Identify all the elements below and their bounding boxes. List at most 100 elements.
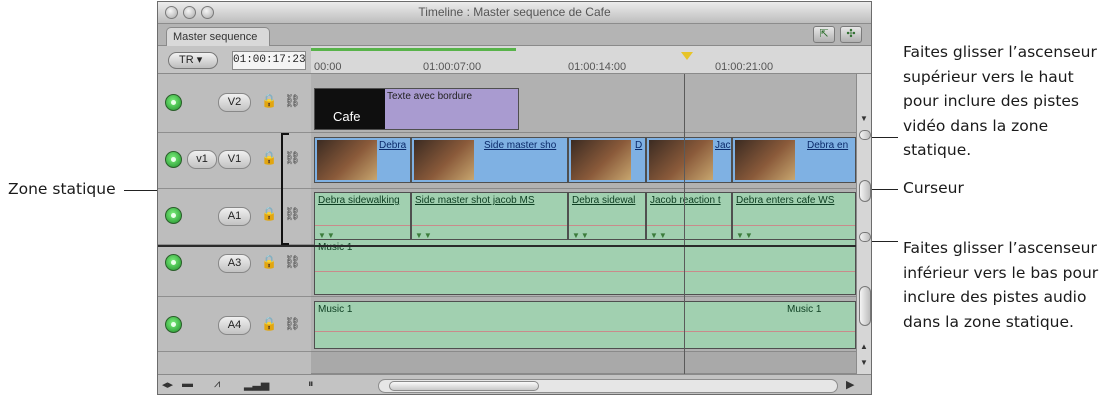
- track-v2[interactable]: Cafe Texte avec bordure: [311, 74, 856, 133]
- a4-auto-select-icon[interactable]: ⛓: [284, 316, 301, 332]
- v1-clip-3-thumb: [571, 140, 631, 180]
- v1-visibility-icon[interactable]: [165, 151, 182, 168]
- v1-clip-2[interactable]: Side master sho: [411, 137, 568, 183]
- a1-clip-3[interactable]: Debra sidewal ▼▼: [568, 192, 646, 244]
- a1-clip-2-level[interactable]: [412, 225, 567, 226]
- playhead-marker[interactable]: [681, 52, 693, 60]
- a3-clip-music[interactable]: Music 1: [314, 239, 856, 295]
- a1-audible-icon[interactable]: [165, 207, 182, 224]
- v1-dest-control[interactable]: V1: [218, 150, 251, 169]
- track-a4[interactable]: Music 1 Music 1: [311, 297, 856, 352]
- zoom-slider-icon[interactable]: ⏸: [308, 378, 314, 394]
- a1-dest-control[interactable]: A1: [218, 207, 251, 226]
- callout-top-line-2: supérieur vers le haut: [903, 67, 1074, 86]
- a3-auto-select-icon[interactable]: ⛓: [284, 254, 301, 270]
- track-a1[interactable]: Debra sidewalking ▼▼ Side master shot ja…: [311, 189, 856, 245]
- callout-bottom-line-3: inclure des pistes audio: [903, 288, 1087, 306]
- snapping-button[interactable]: ⇱: [813, 26, 835, 43]
- a3-clip-level[interactable]: [315, 271, 855, 272]
- a3-audible-icon[interactable]: [165, 254, 182, 271]
- a3-clip-name: Music 1: [318, 242, 353, 253]
- a1-lock-icon[interactable]: 🔒: [261, 206, 277, 222]
- callout-zone-statique: Zone statique: [8, 180, 116, 198]
- window-title: Timeline : Master sequence de Cafe: [418, 5, 611, 19]
- a1-clip-5[interactable]: Debra enters cafe WS ▼▼: [732, 192, 856, 244]
- scroll-up-arrow-icon[interactable]: ▲: [860, 342, 868, 351]
- v1-clip-5-name: Debra en: [807, 140, 849, 151]
- a1-clip-2-name: Side master shot jacob MS: [415, 195, 535, 206]
- horizontal-scroll-thumb[interactable]: [389, 381, 539, 391]
- v1-clip-5-thumb: [735, 140, 795, 180]
- lower-scroller-thumb[interactable]: [859, 232, 871, 242]
- scroll-right-arrow-icon[interactable]: ▶: [846, 378, 854, 394]
- v1-clip-1-thumb: [317, 140, 377, 180]
- v1-clip-1[interactable]: Debra: [314, 137, 411, 183]
- v2-dest-control[interactable]: V2: [218, 93, 251, 112]
- a1-clip-3-name: Debra sidewal: [572, 195, 636, 206]
- v2-lock-icon[interactable]: 🔒: [261, 93, 277, 109]
- callout-bottom-scroller: Faites glisser l’ascenseur inférieur ver…: [903, 236, 1098, 334]
- timeline-controls: TR ▾ 01:00:17:23: [158, 46, 311, 74]
- track-empty[interactable]: [311, 352, 856, 374]
- leader-curseur: [868, 189, 898, 190]
- audio-controls-icon[interactable]: ◂▸: [162, 378, 173, 394]
- ruler-label-0: 00:00: [314, 61, 342, 73]
- generator-title: Texte avec bordure: [387, 91, 473, 102]
- a1-clip-1-level[interactable]: [315, 225, 410, 226]
- v1-clip-2-thumb: [414, 140, 474, 180]
- a1-clip-3-level[interactable]: [569, 225, 645, 226]
- a4-clip-music[interactable]: Music 1 Music 1: [314, 301, 856, 349]
- a3-lock-icon[interactable]: 🔒: [261, 254, 277, 270]
- v1-clip-3[interactable]: D: [568, 137, 646, 183]
- a1-clip-2[interactable]: Side master shot jacob MS ▼▼: [411, 192, 568, 244]
- v2-visibility-icon[interactable]: [165, 94, 182, 111]
- linked-selection-button[interactable]: ✣: [840, 26, 862, 43]
- timeline-bottom-bar: ◂▸ ▬ ⩘ ▂▃▅ ⏸ ▶: [158, 374, 871, 394]
- v1-source-control[interactable]: v1: [187, 150, 217, 169]
- rt-menu[interactable]: TR ▾: [168, 52, 218, 69]
- playhead-line[interactable]: [684, 74, 685, 374]
- a3-dest-control[interactable]: A3: [218, 254, 251, 273]
- linked-selection-icon: ✣: [846, 28, 856, 40]
- timeline-tracks[interactable]: Cafe Texte avec bordure Debra Side maste…: [311, 74, 856, 374]
- scroll-down-arrow-icon-bottom[interactable]: ▼: [860, 358, 868, 367]
- upper-scroller-thumb[interactable]: [859, 130, 871, 140]
- leader-zone-statique: [124, 190, 158, 191]
- tab-row: Master sequence ⇱ ✣: [158, 24, 871, 46]
- a1-clip-1-name: Debra sidewalking: [318, 195, 400, 206]
- a4-audible-icon[interactable]: [165, 316, 182, 333]
- a4-lock-icon[interactable]: 🔒: [261, 316, 277, 332]
- clip-keyframes-icon[interactable]: ⩘: [214, 378, 220, 394]
- time-ruler[interactable]: 00:00 01:00:07:00 01:00:14:00 01:00:21:0…: [311, 46, 871, 74]
- cursor-thumb[interactable]: [859, 180, 871, 202]
- v2-auto-select-icon[interactable]: ⛓: [284, 93, 301, 109]
- v1-clip-5[interactable]: Debra en: [732, 137, 856, 183]
- v1-clip-1-name: Debra: [379, 140, 407, 151]
- track-v1[interactable]: Debra Side master sho D Jac Debra en: [311, 133, 856, 189]
- horizontal-scrollbar[interactable]: [378, 379, 838, 393]
- vertical-scroller[interactable]: ▼ ▲ ▼: [856, 74, 871, 374]
- a1-clip-4-name: Jacob reaction t: [650, 195, 721, 206]
- a4-dest-control[interactable]: A4: [218, 316, 251, 335]
- scroll-down-arrow-icon[interactable]: ▼: [860, 114, 868, 123]
- a4-clip-level[interactable]: [315, 331, 855, 332]
- a1-clip-1[interactable]: Debra sidewalking ▼▼: [314, 192, 411, 244]
- v1-clip-4[interactable]: Jac: [646, 137, 732, 183]
- title-bar[interactable]: Timeline : Master sequence de Cafe: [158, 2, 871, 24]
- v1-lock-icon[interactable]: 🔒: [261, 150, 277, 166]
- tab-master-sequence[interactable]: Master sequence: [166, 27, 270, 46]
- track-height-icon[interactable]: ▬: [182, 378, 193, 394]
- track-a3[interactable]: Music 1: [311, 239, 856, 297]
- v1-clip-3-name: D: [635, 140, 643, 151]
- a1-clip-5-level[interactable]: [733, 225, 855, 226]
- callout-top-line-3: pour inclure des pistes: [903, 92, 1080, 110]
- leader-top: [868, 137, 898, 138]
- track-size-icon[interactable]: ▂▃▅: [244, 378, 269, 394]
- audio-scroller-thumb[interactable]: [859, 286, 871, 326]
- timecode-field[interactable]: 01:00:17:23: [232, 51, 306, 70]
- generator-clip[interactable]: Cafe Texte avec bordure: [314, 88, 519, 130]
- a1-clip-4[interactable]: Jacob reaction t ▼▼: [646, 192, 732, 244]
- a1-clip-4-level[interactable]: [647, 225, 731, 226]
- callout-bottom-line-4: dans la zone statique.: [903, 312, 1074, 331]
- callout-bottom-line-1: Faites glisser l’ascenseur: [903, 239, 1097, 257]
